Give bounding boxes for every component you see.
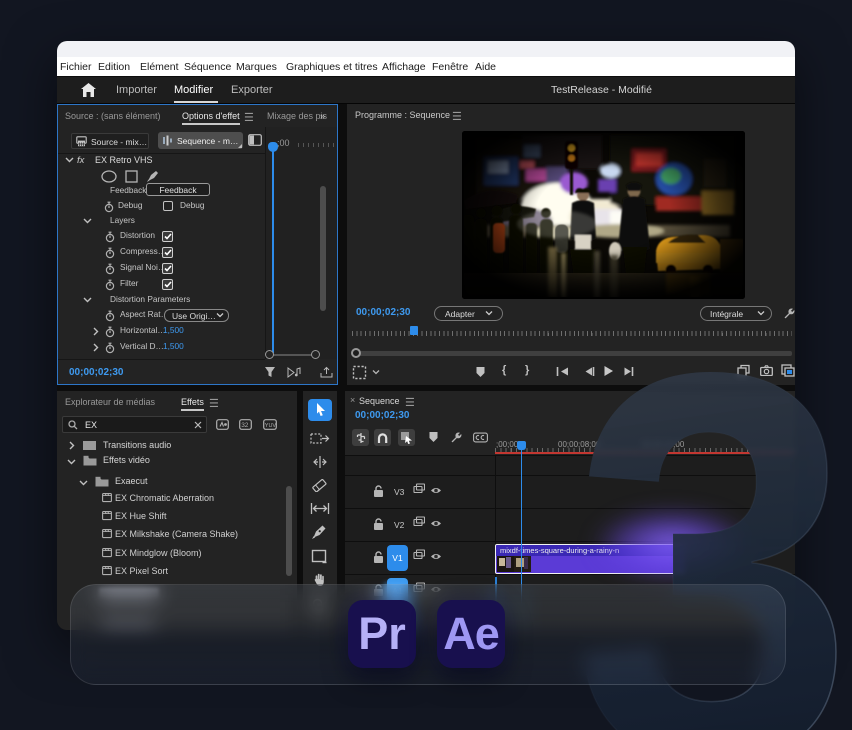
svg-text:YUV: YUV [265, 423, 277, 429]
svg-text:32: 32 [241, 422, 249, 429]
